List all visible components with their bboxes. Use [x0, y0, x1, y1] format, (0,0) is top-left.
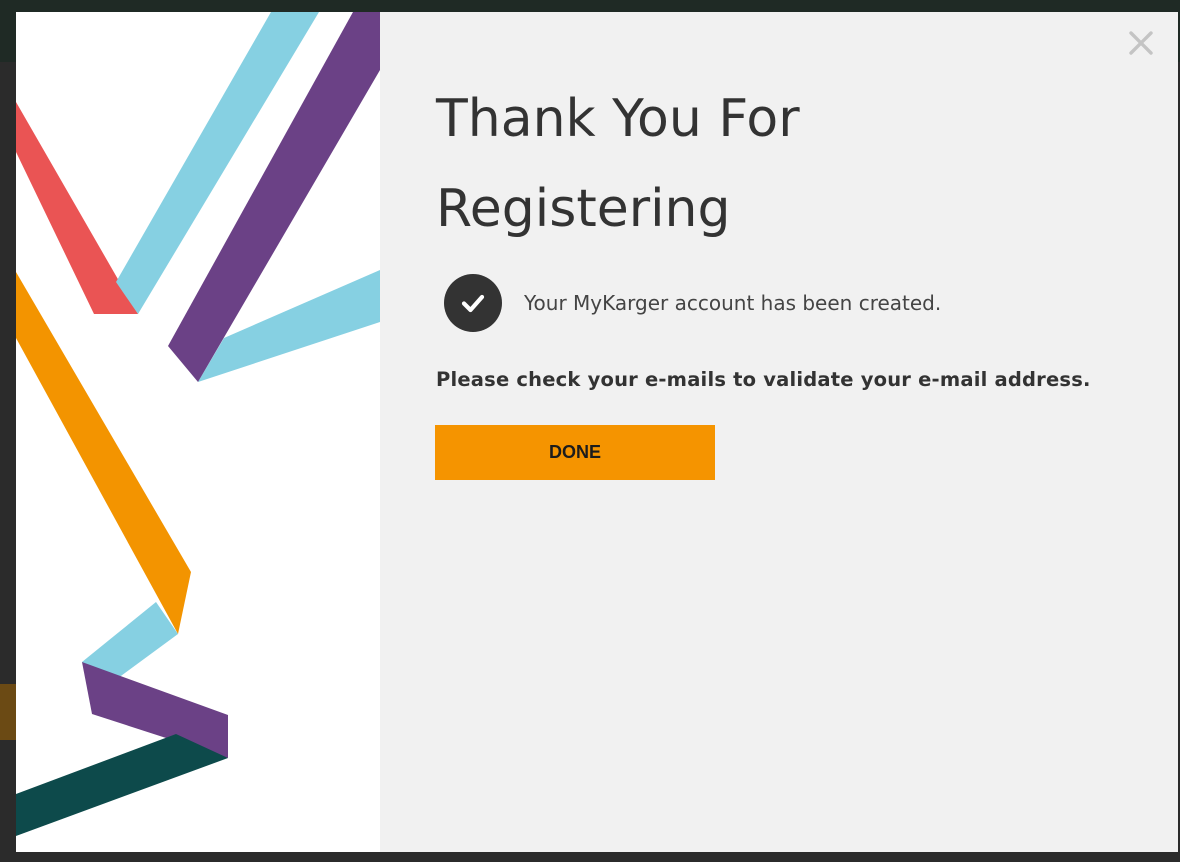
- registration-modal: Thank You For Registering Your MyKarger …: [16, 12, 1178, 852]
- background-strip: [0, 684, 16, 740]
- dialog-title-line-2: Registering: [436, 179, 731, 239]
- close-icon[interactable]: [1126, 28, 1156, 58]
- done-button[interactable]: DONE: [435, 425, 715, 480]
- decorative-ribbon-art: [16, 12, 380, 852]
- account-created-notice: Your MyKarger account has been created.: [444, 274, 941, 332]
- dialog-title-line-1: Thank You For: [436, 89, 800, 149]
- check-circle-icon: [444, 274, 502, 332]
- dialog-title: Thank You For Registering: [436, 74, 996, 254]
- modal-content: Thank You For Registering Your MyKarger …: [380, 12, 1178, 852]
- email-validation-instruction: Please check your e-mails to validate yo…: [436, 368, 1091, 391]
- account-created-text: Your MyKarger account has been created.: [524, 291, 942, 315]
